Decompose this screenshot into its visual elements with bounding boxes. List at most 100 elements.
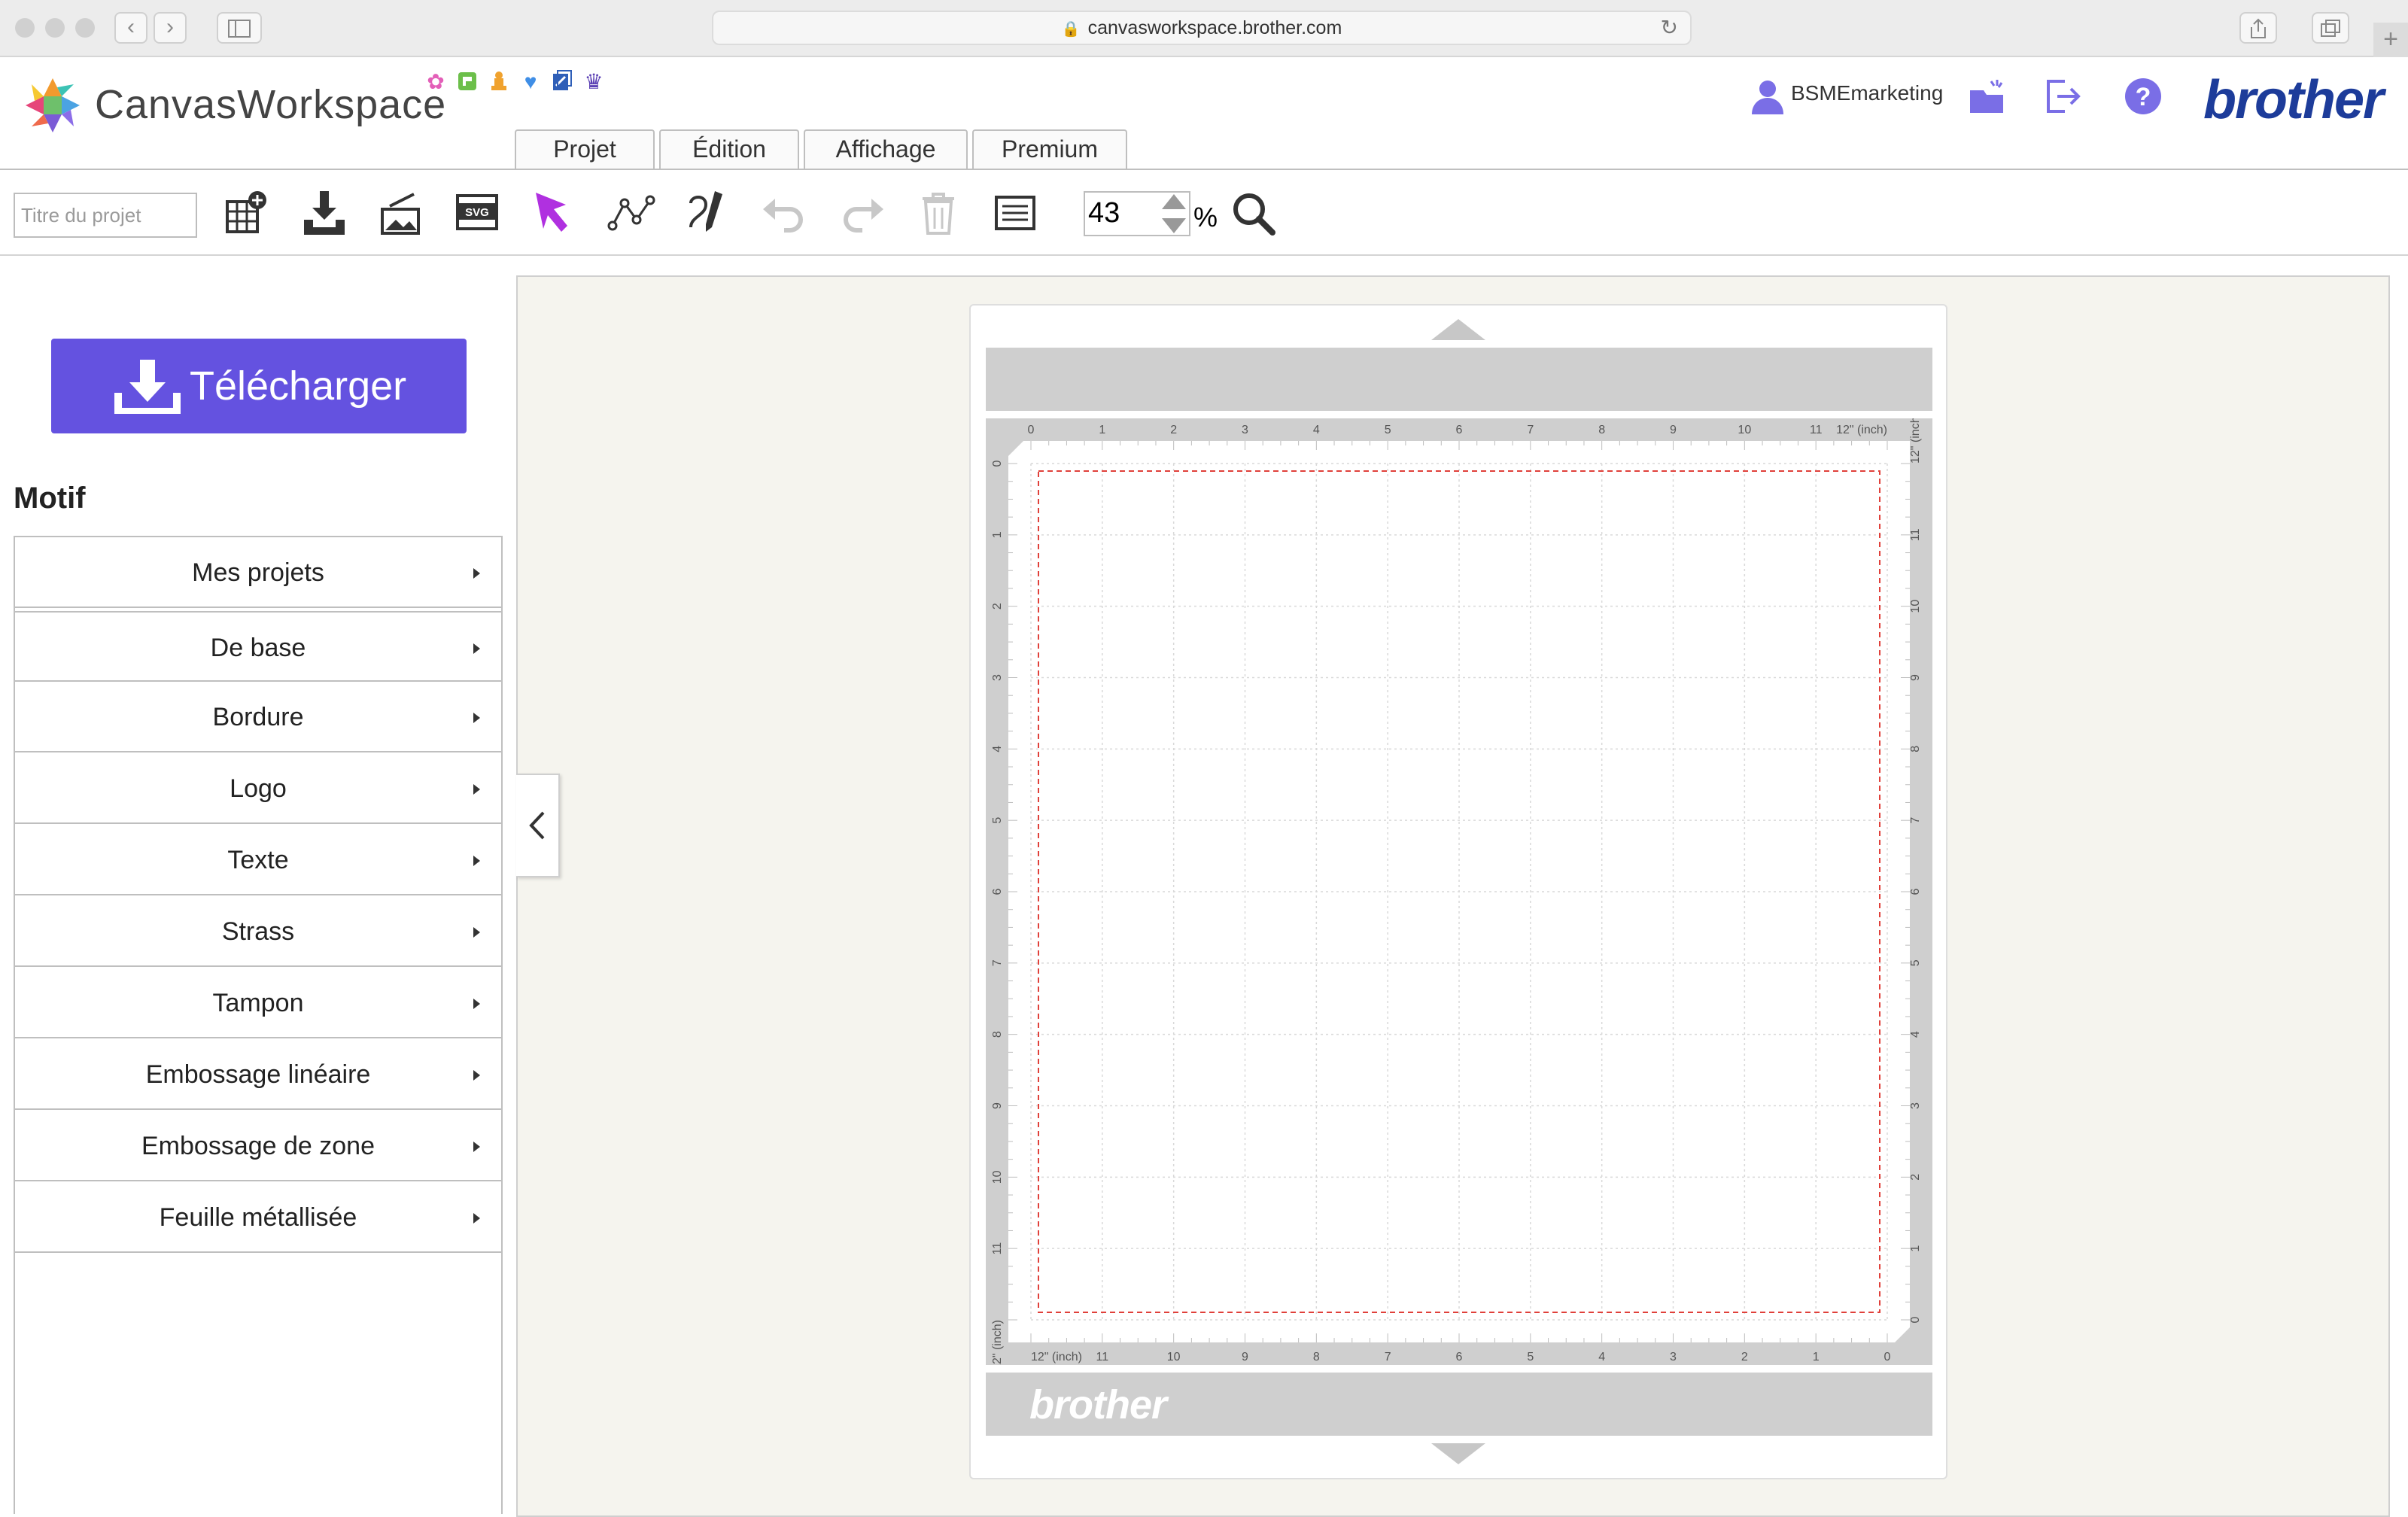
app-name: CanvasWorkspace (95, 82, 447, 127)
new-project-icon[interactable] (220, 187, 272, 239)
motif-section-title: Motif (14, 482, 86, 515)
ruler-label: 10 (1738, 424, 1751, 436)
draw-pen-icon[interactable] (682, 187, 734, 239)
chevron-left-icon (529, 811, 545, 840)
download-icon (114, 360, 181, 414)
help-icon[interactable]: ? (2122, 75, 2164, 117)
cutting-mat[interactable]: 0 1 2 3 4 5 6 7 8 9 10 11 12" (inch)12" (inch) 11 10 9 8… (986, 418, 1932, 1365)
tabs-overview-icon[interactable] (2312, 12, 2349, 44)
motif-item-texte[interactable]: Texte (15, 825, 501, 895)
ruler-label: 9 (1242, 1351, 1248, 1363)
close-window-button[interactable] (15, 18, 35, 38)
motif-item-tampon[interactable]: Tampon (15, 968, 501, 1038)
ruler-label: 8 (991, 1031, 1004, 1038)
cloud-folder-icon[interactable] (1966, 75, 2008, 117)
ruler-label: 7 (991, 959, 1004, 966)
redo-icon[interactable] (835, 187, 888, 239)
tab-projet[interactable]: Projet (515, 129, 655, 169)
ruler-label: 1 (1909, 1245, 1922, 1252)
motif-item-embossage-lineaire[interactable]: Embossage linéaire (15, 1039, 501, 1110)
select-arrow-icon[interactable] (528, 187, 581, 239)
motif-item-logo[interactable]: Logo (15, 753, 501, 824)
motif-item-de-base[interactable]: De base (15, 611, 501, 682)
logout-icon[interactable] (2042, 75, 2084, 117)
expand-arrow-icon (473, 1142, 480, 1152)
ruler-label: 10 (991, 1170, 1004, 1184)
motif-item-feuille-metallisee[interactable]: Feuille métallisée (15, 1182, 501, 1253)
share-icon[interactable] (2239, 12, 2277, 44)
ruler-label: 7 (1527, 424, 1534, 436)
tab-affichage[interactable]: Affichage (804, 129, 968, 169)
edit-nodes-icon[interactable] (605, 187, 658, 239)
svg-text:?: ? (2136, 83, 2151, 111)
mat-scroll-up-arrow-icon[interactable] (1431, 319, 1485, 340)
ruler-label: 5 (1527, 1351, 1534, 1363)
import-svg-icon[interactable]: SVG (451, 187, 504, 239)
download-button[interactable]: Télécharger (51, 339, 467, 433)
premium-crown-badge-icon: ♛ (584, 70, 604, 93)
motif-item-bordure[interactable]: Bordure (15, 682, 501, 752)
zoom-unit: % (1193, 202, 1218, 233)
user-icon[interactable] (1750, 78, 1785, 116)
zoom-value[interactable]: 43 (1088, 197, 1120, 230)
ruler-label: 0 (1884, 1351, 1891, 1363)
reload-icon[interactable]: ↻ (1661, 12, 1678, 44)
ruler-label: 12" (inch) (1836, 424, 1887, 436)
import-image-icon[interactable] (375, 187, 427, 239)
minimize-window-button[interactable] (45, 18, 65, 38)
download-label: Télécharger (190, 363, 407, 409)
ruler-label: 2 (1909, 1174, 1922, 1181)
motif-item-strass[interactable]: Strass (15, 896, 501, 967)
ruler-label: 3 (1670, 1351, 1677, 1363)
ruler-label: 7 (1909, 817, 1922, 824)
new-tab-button[interactable]: + (2373, 23, 2408, 57)
expand-arrow-icon (473, 1213, 480, 1224)
address-bar[interactable]: 🔒 canvasworkspace.brother.com ↻ (712, 11, 1692, 45)
mat-scroll-down-arrow-icon[interactable] (1431, 1443, 1485, 1464)
motif-list: Mes projets De base Bordure Logo Texte S… (14, 536, 503, 1514)
delete-icon[interactable] (912, 187, 965, 239)
back-button[interactable]: ‹ (114, 12, 147, 44)
mat-brand-logo: brother (1029, 1382, 1167, 1427)
object-list-icon[interactable] (989, 187, 1041, 239)
ruler-label: 5 (1385, 424, 1391, 436)
username-label[interactable]: BSMEmarketing (1791, 81, 1943, 105)
motif-item-label: De base (210, 634, 306, 662)
expand-arrow-icon (473, 999, 480, 1009)
ruler-label: 12" (inch) (991, 1320, 1004, 1365)
svg-label: SVG (465, 206, 489, 219)
browser-toolbar: ‹ › 🔒 canvasworkspace.brother.com ↻ + (0, 0, 2408, 57)
project-title-input[interactable] (14, 193, 197, 238)
tab-edition[interactable]: Édition (659, 129, 799, 169)
ruler-label: 10 (1909, 600, 1922, 613)
ruler-label: 5 (1909, 959, 1922, 966)
lock-icon: 🔒 (1061, 21, 1081, 38)
ruler-label: 11 (1096, 1351, 1109, 1363)
ruler-label: 7 (1385, 1351, 1391, 1363)
mat-top-band (986, 348, 1932, 411)
motif-item-mes-projets[interactable]: Mes projets (15, 537, 501, 608)
ruler-label: 4 (991, 746, 1004, 752)
tab-premium[interactable]: Premium (972, 129, 1127, 169)
ruler-label: 5 (991, 817, 1004, 824)
url-text: canvasworkspace.brother.com (1087, 17, 1342, 38)
zoom-window-button[interactable] (75, 18, 95, 38)
zoom-down-arrow-icon[interactable] (1162, 218, 1186, 233)
flower-badge-icon: ✿ (427, 70, 445, 93)
ruler-label: 2 (991, 603, 1004, 610)
expand-arrow-icon (473, 713, 480, 723)
sidebar-toggle-icon[interactable] (217, 12, 262, 44)
zoom-up-arrow-icon[interactable] (1162, 194, 1186, 209)
motif-item-embossage-de-zone[interactable]: Embossage de zone (15, 1111, 501, 1181)
collapse-sidebar-button[interactable] (516, 774, 560, 877)
ruler-label: 2 (1170, 424, 1177, 436)
ruler-label: 1 (991, 531, 1004, 538)
undo-icon[interactable] (759, 187, 811, 239)
ruler-label: 3 (991, 674, 1004, 681)
ruler-label: 4 (1598, 1351, 1605, 1363)
zoom-search-icon[interactable] (1228, 188, 1281, 241)
forward-button[interactable]: › (154, 12, 187, 44)
ruler-label: 1 (1813, 1351, 1820, 1363)
save-icon[interactable] (298, 187, 351, 239)
motif-item-label: Embossage linéaire (145, 1060, 371, 1089)
